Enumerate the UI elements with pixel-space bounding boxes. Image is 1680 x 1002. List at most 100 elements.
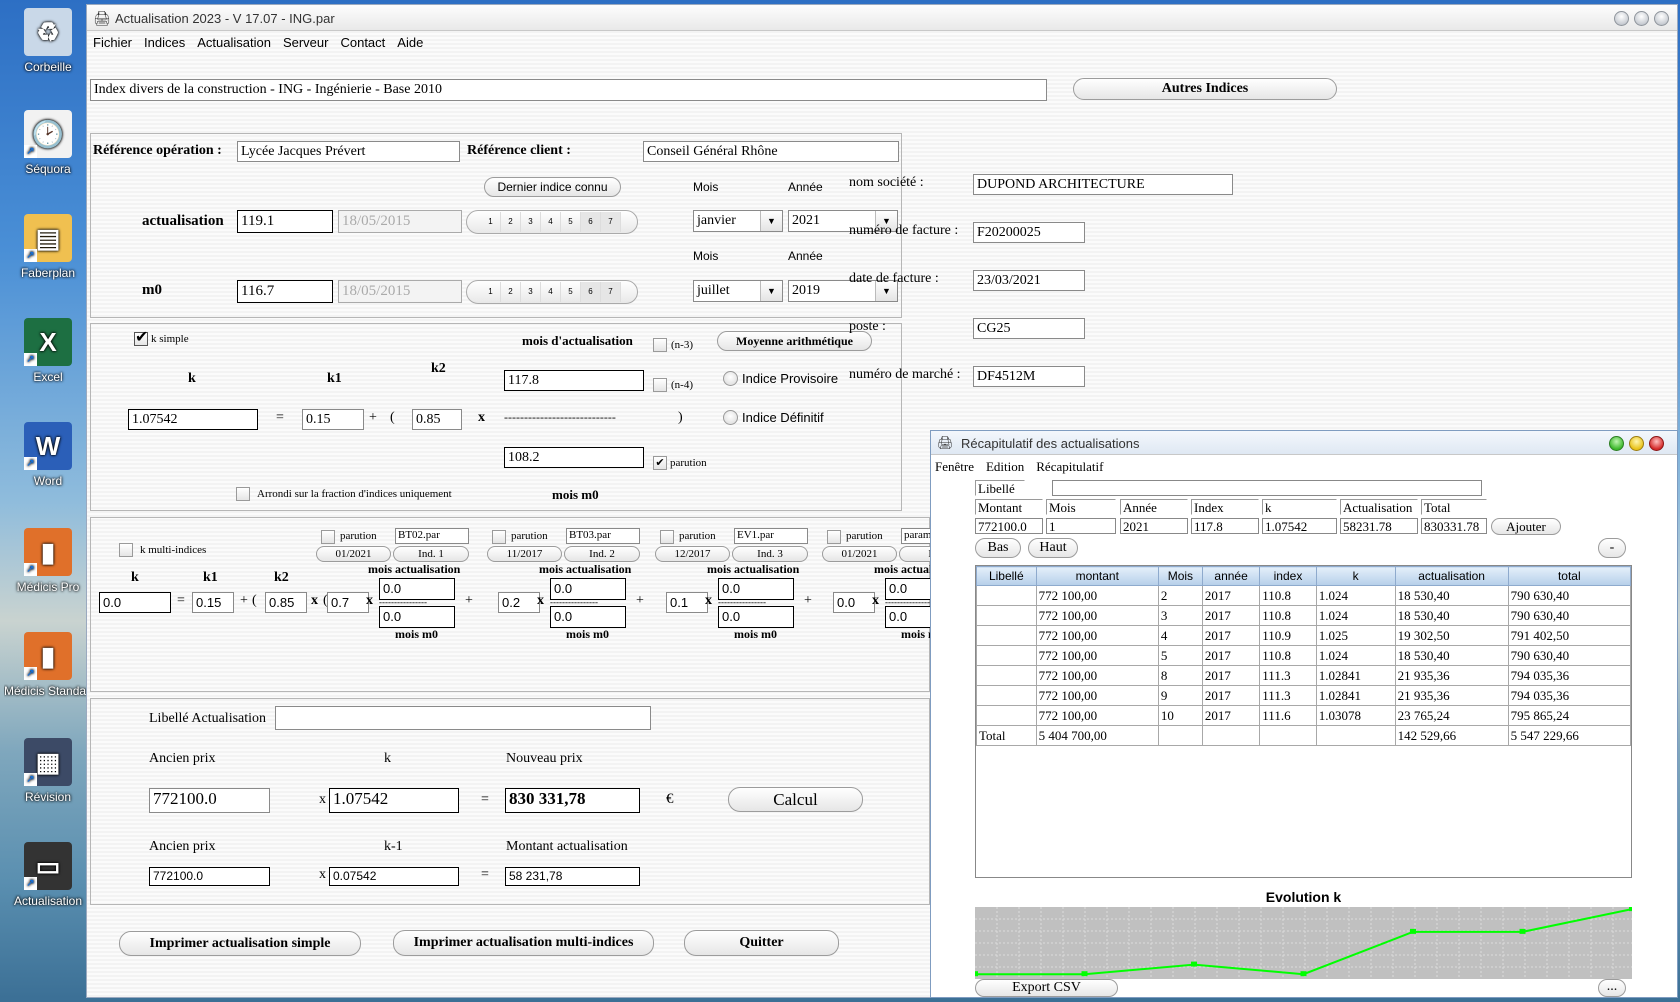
column-header[interactable]: Libellé (976, 566, 1037, 586)
day-1[interactable]: 1 (481, 282, 501, 302)
n4-checkbox[interactable] (653, 378, 667, 392)
mois-m0-input[interactable]: 0.0 (379, 606, 455, 628)
chevron-down-icon[interactable]: ▼ (760, 281, 782, 301)
day-3[interactable]: 3 (521, 282, 541, 302)
desktop-icon-mdicisstandard[interactable]: ▮ ↗ Médicis Standard (4, 632, 92, 698)
coefficient-input[interactable]: 0.2 (498, 592, 540, 613)
entry-actualisation-input[interactable]: 58231.78 (1340, 518, 1418, 534)
libelle-actualisation-input[interactable] (275, 706, 651, 730)
maximize-button[interactable] (1634, 11, 1649, 26)
k2-input[interactable]: 0.85 (412, 409, 462, 430)
calcul-button[interactable]: Calcul (728, 787, 863, 812)
desktop-icon-squora[interactable]: 🕑 ↗ Séquora (4, 110, 92, 176)
table-row[interactable]: 772 100,00 10 2017 111.6 1.03078 23 765,24 795… (976, 705, 1632, 726)
index-date-button[interactable]: 01/2021 (316, 546, 391, 562)
coefficient-input[interactable]: 0.0 (833, 592, 875, 613)
menu-serveur[interactable]: Serveur (277, 32, 335, 56)
desktop-icon-mdicispro[interactable]: ▮ ↗ Médicis Pro (4, 528, 92, 594)
day-2[interactable]: 2 (501, 212, 521, 232)
table-row[interactable]: 772 100,00 5 2017 110.8 1.024 18 530,40 790 63… (976, 645, 1632, 666)
ref-operation-input[interactable]: Lycée Jacques Prévert (237, 141, 460, 162)
day-5[interactable]: 5 (561, 282, 581, 302)
menu-actualisation[interactable]: Actualisation (191, 32, 277, 56)
table-row[interactable]: 772 100,00 4 2017 110.9 1.025 19 302,50 791 40… (976, 625, 1632, 646)
ancien-prix-input[interactable]: 772100.0 (149, 788, 270, 813)
recap-menu-edition[interactable]: Edition (986, 459, 1024, 475)
day-4[interactable]: 4 (541, 282, 561, 302)
column-header[interactable]: k (1315, 566, 1396, 586)
index-date-button[interactable]: 12/2017 (655, 546, 730, 562)
ref-client-input[interactable]: Conseil Général Rhône (643, 141, 899, 162)
column-header[interactable]: index (1259, 566, 1317, 586)
menu-fichier[interactable]: Fichier (87, 32, 138, 56)
mois-m0-input[interactable]: 108.2 (504, 447, 644, 468)
index-file-field[interactable]: BT03.par (566, 528, 640, 544)
index-button[interactable]: Ind. 1 (393, 546, 469, 562)
day-5[interactable]: 5 (561, 212, 581, 232)
table-row[interactable]: 772 100,00 9 2017 111.3 1.02841 21 935,36 794 … (976, 685, 1632, 706)
arrondi-checkbox[interactable] (236, 487, 250, 501)
actualisation-day-selector[interactable]: 1234567 (466, 210, 638, 234)
parution-checkbox[interactable] (492, 530, 506, 544)
column-header[interactable]: total (1507, 566, 1632, 586)
entry-total-input[interactable]: 830331.78 (1421, 518, 1487, 534)
actualisation-index-input[interactable]: 119.1 (237, 210, 333, 233)
n3-checkbox[interactable] (653, 338, 667, 352)
desktop-icon-faberplan[interactable]: ▤ ↗ Faberplan (4, 214, 92, 280)
table-row[interactable]: 772 100,00 2 2017 110.8 1.024 18 530,40 790 63… (976, 585, 1632, 606)
multi-k-result[interactable]: 0.0 (99, 592, 171, 613)
indice-provisoire-radio[interactable] (723, 371, 738, 386)
indice-definitif-radio[interactable] (723, 410, 738, 425)
entry-k-input[interactable]: 1.07542 (1262, 518, 1337, 534)
export-csv-button[interactable]: Export CSV (975, 979, 1118, 997)
desktop-icon-excel[interactable]: X ↗ Excel (4, 318, 92, 384)
index-title-field[interactable]: Index divers de la construction - ING - … (90, 79, 1047, 101)
menu-aide[interactable]: Aide (391, 32, 429, 56)
societe-input[interactable]: DUPOND ARCHITECTURE (973, 174, 1233, 195)
index-file-field[interactable]: BT02.par (395, 528, 469, 544)
more-button[interactable]: ... (1598, 979, 1626, 997)
red-close-button[interactable] (1649, 436, 1664, 451)
m0-mois-select[interactable]: juillet ▼ (693, 280, 783, 302)
index-button[interactable]: Ind. 3 (732, 546, 808, 562)
mois-m0-input[interactable]: 0.0 (718, 606, 794, 628)
recap-libelle-input[interactable] (1052, 480, 1482, 496)
recap-menu-rcapitulatif[interactable]: Récapitulatif (1036, 459, 1103, 475)
marche-input[interactable]: DF4512M (973, 366, 1085, 387)
coefficient-input[interactable]: 0.7 (327, 592, 369, 613)
date-input[interactable]: 23/03/2021 (973, 270, 1085, 291)
yellow-button[interactable] (1629, 436, 1644, 451)
desktop-icon-corbeille[interactable]: ♻ Corbeille (4, 8, 92, 74)
day-7[interactable]: 7 (601, 282, 621, 302)
desktop-icon-actualisation[interactable]: ▭ ↗ Actualisation (4, 842, 92, 908)
dernier-indice-button[interactable]: Dernier indice connu (484, 177, 621, 197)
desktop-icon-rvision[interactable]: ▦ ↗ Révision (4, 738, 92, 804)
day-4[interactable]: 4 (541, 212, 561, 232)
entry-mois-input[interactable]: 1 (1046, 518, 1116, 534)
day-3[interactable]: 3 (521, 212, 541, 232)
mois-m0-input[interactable]: 0.0 (550, 606, 626, 628)
menu-indices[interactable]: Indices (138, 32, 191, 56)
ajouter-button[interactable]: Ajouter (1491, 518, 1561, 535)
remove-button[interactable]: - (1598, 538, 1626, 558)
column-header[interactable]: montant (1035, 566, 1159, 586)
print-simple-button[interactable]: Imprimer actualisation simple (119, 931, 361, 956)
column-header[interactable]: Mois (1157, 566, 1203, 586)
green-button[interactable] (1609, 436, 1624, 451)
k-multi-checkbox[interactable] (119, 543, 133, 557)
index-file-field[interactable]: EV1.par (734, 528, 808, 544)
parution-checkbox[interactable] (321, 530, 335, 544)
entry-index-input[interactable]: 117.8 (1191, 518, 1259, 534)
mois-actualisation-input[interactable]: 117.8 (504, 370, 644, 391)
desktop-icon-word[interactable]: W ↗ Word (4, 422, 92, 488)
print-multi-button[interactable]: Imprimer actualisation multi-indices (393, 930, 654, 956)
m0-day-selector[interactable]: 1234567 (466, 280, 638, 304)
parution-checkbox[interactable]: ✔ (653, 456, 667, 470)
multi-k1-input[interactable]: 0.15 (192, 592, 234, 613)
bas-button[interactable]: Bas (975, 538, 1021, 558)
k-simple-checkbox[interactable]: ✔ (134, 330, 148, 346)
index-date-button[interactable]: 11/2017 (487, 546, 562, 562)
k-calc-field[interactable]: 1.07542 (329, 788, 459, 813)
parution-checkbox[interactable] (827, 530, 841, 544)
recap-menu-fentre[interactable]: Fenêtre (935, 459, 974, 475)
